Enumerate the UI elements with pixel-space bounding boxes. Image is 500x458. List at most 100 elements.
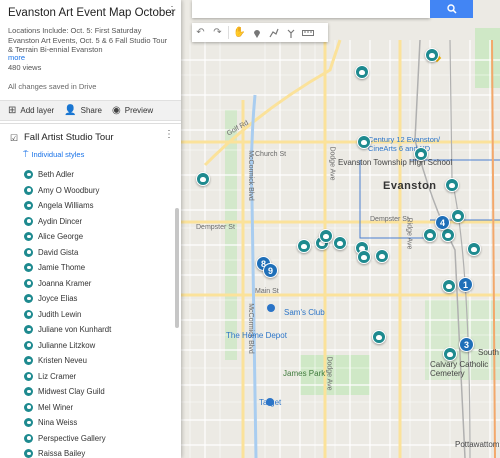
layer-styles-link[interactable]: ⍑ Individual styles [23,149,84,160]
layer-visibility-checkbox[interactable]: ☑ [10,134,18,143]
street-label: Ridge Ave [405,217,413,250]
panel-scrollbar[interactable] [175,208,179,328]
map-options-icon[interactable]: ⋮ [167,6,177,16]
studio-marker[interactable] [333,236,347,250]
palette-icon[interactable] [24,356,33,366]
palette-icon[interactable] [24,216,33,226]
list-item[interactable]: Juliane von Kunhardt [0,322,181,338]
palette-icon[interactable] [24,433,33,443]
list-item-label: Julianne Litzkow [38,340,96,350]
palette-icon[interactable] [24,325,33,335]
paint-roller-icon: ⍑ [23,149,29,159]
palette-icon[interactable] [24,294,33,304]
list-item[interactable]: Joanna Kramer [0,276,181,292]
store-icon[interactable] [267,304,275,312]
studio-marker[interactable] [357,250,371,264]
draw-line-icon[interactable] [265,23,282,42]
marker-icon[interactable] [248,23,265,42]
studio-marker[interactable] [467,242,481,256]
add-layer-label: Add layer [20,106,55,115]
directions-icon[interactable] [282,23,299,42]
palette-icon[interactable] [24,309,33,319]
palette-icon[interactable] [24,232,33,242]
share-label: Share [80,106,102,115]
studio-marker[interactable] [319,229,333,243]
list-item[interactable]: Mel Winer [0,400,181,416]
studio-marker[interactable] [372,330,386,344]
studio-marker[interactable] [196,172,210,186]
redo-icon[interactable]: ↷ [209,23,226,42]
palette-icon[interactable] [24,387,33,397]
undo-icon[interactable]: ↶ [192,23,209,42]
studio-marker[interactable] [425,48,439,62]
list-item-label: Perspective Gallery [38,433,106,443]
toolbar-divider [228,26,229,39]
palette-icon[interactable] [24,449,33,458]
street-label: Dodge Ave [328,146,336,181]
palette-icon[interactable] [24,170,33,180]
list-item[interactable]: Alice George [0,229,181,245]
search-input[interactable] [192,0,430,18]
list-item[interactable]: Angela Williams [0,198,181,214]
palette-icon[interactable] [24,247,33,257]
studio-marker[interactable] [443,347,457,361]
list-item[interactable]: Julianne Litzkow [0,338,181,354]
palette-icon[interactable] [24,371,33,381]
list-item-label: Jamie Thome [38,263,86,273]
list-item[interactable]: Nina Weiss [0,415,181,431]
cluster-marker[interactable]: 1 [458,277,473,292]
list-item-label: Judith Lewin [38,309,82,319]
layer-name[interactable]: Fall Artist Studio Tour [24,132,114,143]
list-item[interactable]: Liz Cramer [0,369,181,385]
cluster-marker[interactable]: 4 [435,215,450,230]
store-icon[interactable] [266,398,274,406]
hand-icon[interactable]: ✋ [231,23,248,42]
street-label: Dempster St [196,224,235,231]
palette-icon[interactable] [24,340,33,350]
list-item[interactable]: Jamie Thome [0,260,181,276]
studio-marker[interactable] [414,147,428,161]
studio-marker[interactable] [355,65,369,79]
studio-marker[interactable] [442,279,456,293]
cluster-marker[interactable]: 9 [263,263,278,278]
list-item[interactable]: Kristen Neveu [0,353,181,369]
studio-marker[interactable] [445,178,459,192]
share-button[interactable]: 👤 Share [64,105,102,116]
list-item-label: Raissa Bailey [38,449,86,458]
preview-button[interactable]: ◉ Preview [112,105,153,116]
palette-icon[interactable] [24,418,33,428]
studio-marker[interactable] [297,239,311,253]
studio-marker[interactable] [451,209,465,223]
layer-options-icon[interactable]: ⋮ [164,130,174,140]
list-item-label: Alice George [38,232,84,242]
palette-icon[interactable] [24,201,33,211]
list-item[interactable]: David Gista [0,245,181,261]
poi-label: The Home Depot [226,331,287,340]
list-item[interactable]: Raissa Bailey [0,446,181,458]
map-description[interactable]: Locations Include: Oct. 5: First Saturda… [8,26,173,55]
cluster-marker[interactable]: 3 [459,337,474,352]
studio-marker[interactable] [441,228,455,242]
palette-icon[interactable] [24,402,33,412]
list-item[interactable]: Perspective Gallery [0,431,181,447]
ruler-icon[interactable] [299,23,316,42]
search-button[interactable] [430,0,473,18]
map-title[interactable]: Evanston Art Event Map October [8,7,175,19]
park-label: James Park [283,369,326,378]
list-item[interactable]: Joyce Elias [0,291,181,307]
list-item-label: Mel Winer [38,402,74,412]
palette-icon[interactable] [24,278,33,288]
list-item[interactable]: Aydin Dincer [0,214,181,230]
list-item[interactable]: Judith Lewin [0,307,181,323]
list-item[interactable]: Midwest Clay Guild [0,384,181,400]
studio-marker[interactable] [375,249,389,263]
list-item[interactable]: Beth Adler [0,167,181,183]
add-layer-button[interactable]: ⊞ Add layer [8,105,54,116]
more-link[interactable]: more [8,53,25,62]
list-item[interactable]: Amy O Woodbury [0,183,181,199]
studio-marker[interactable] [423,228,437,242]
view-count: 480 views [8,63,42,72]
studio-marker[interactable] [357,135,371,149]
palette-icon[interactable] [24,185,33,195]
palette-icon[interactable] [24,263,33,273]
